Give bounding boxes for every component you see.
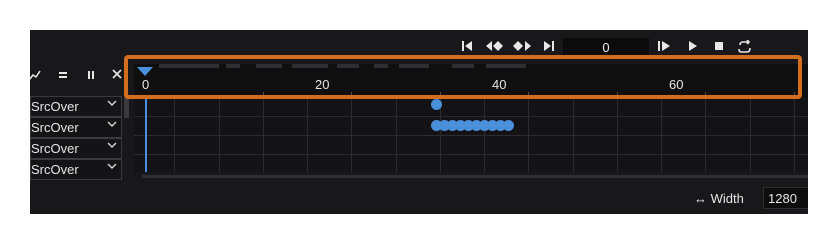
loop-icon[interactable]	[736, 39, 754, 56]
timeline-panel: 0 20 40 60 SrcOver SrcOver SrcOver SrcOv…	[30, 30, 808, 214]
layer-blend-select[interactable]: SrcOver	[30, 96, 122, 117]
ruler-label-60: 60	[669, 77, 684, 92]
width-field[interactable]: 1280	[763, 187, 808, 209]
ruler-label-20: 20	[315, 77, 330, 92]
chevron-down-icon	[107, 119, 117, 132]
skip-to-start-icon[interactable]	[458, 40, 476, 56]
layer-blend-select[interactable]: SrcOver	[30, 159, 122, 180]
playhead-handle[interactable]	[137, 64, 153, 76]
keyframe-marker[interactable]	[431, 99, 442, 110]
layer-blend-label: SrcOver	[31, 162, 79, 177]
play-icon[interactable]	[684, 40, 702, 56]
layer-blend-select[interactable]: SrcOver	[30, 117, 122, 138]
curve-icon[interactable]	[30, 68, 44, 82]
width-value: 1280	[768, 191, 797, 206]
playhead-line	[145, 98, 147, 172]
equals-icon[interactable]	[57, 68, 71, 82]
pause-icon[interactable]	[85, 68, 99, 82]
ruler-label-40: 40	[492, 77, 507, 92]
skip-to-end-icon[interactable]	[540, 40, 558, 56]
layer-blend-label: SrcOver	[31, 141, 79, 156]
horizontal-scrollbar[interactable]	[142, 175, 808, 178]
layer-blend-label: SrcOver	[31, 99, 79, 114]
close-icon[interactable]	[111, 67, 125, 81]
keyframe-marker[interactable]	[503, 120, 514, 131]
keyframe-track-area[interactable]	[134, 98, 808, 172]
frame-input[interactable]	[563, 38, 649, 56]
layers-scrollbar[interactable]	[124, 98, 129, 118]
stop-icon[interactable]	[710, 40, 728, 56]
step-forward-icon[interactable]	[656, 40, 674, 56]
chevron-down-icon	[107, 98, 117, 111]
time-ruler[interactable]: 0 20 40 60	[134, 64, 808, 98]
prev-keyframe-icon[interactable]	[484, 40, 506, 56]
width-label: ↔ Width	[694, 191, 744, 206]
chevron-down-icon	[107, 140, 117, 153]
layer-blend-select[interactable]: SrcOver	[30, 138, 122, 159]
layer-blend-label: SrcOver	[31, 120, 79, 135]
ruler-label-0: 0	[142, 77, 150, 92]
chevron-down-icon	[107, 161, 117, 174]
next-keyframe-icon[interactable]	[511, 40, 533, 56]
